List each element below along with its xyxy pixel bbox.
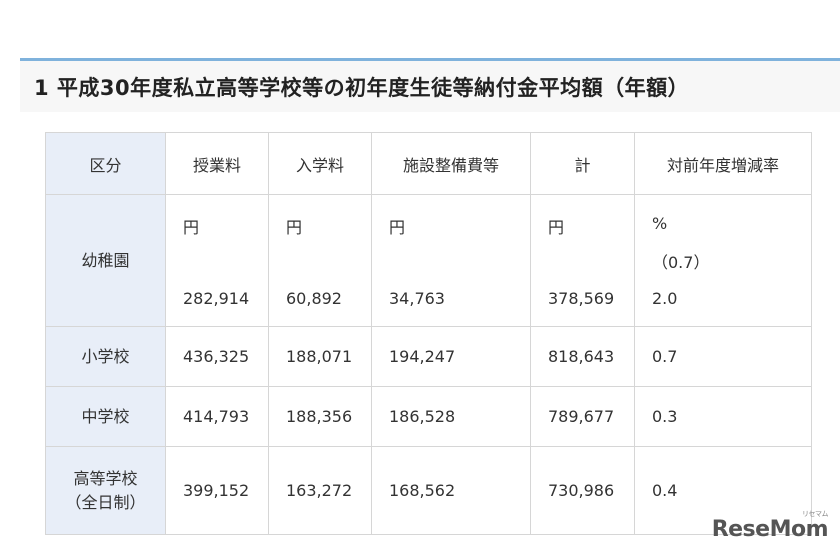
cell-rate: % （0.7） 2.0 — [634, 194, 812, 327]
table-row-junior-high: 中学校 414,793 188,356 186,528 789,677 0.3 — [45, 386, 812, 447]
fees-table: 区分 授業料 入学料 施設整備費等 計 対前年度増減率 幼稚園 円 282,91… — [45, 132, 812, 535]
table-row-high-school: 高等学校 （全日制） 399,152 163,272 168,562 730,9… — [45, 446, 812, 535]
cell-admission: 円 60,892 — [268, 194, 372, 327]
cell-total: 円 378,569 — [530, 194, 635, 327]
value-facility: 194,247 — [371, 326, 531, 387]
value-rate: 2.0 — [652, 288, 678, 308]
unit-yen: 円 — [548, 217, 565, 237]
row-label-line1: 高等学校 — [73, 469, 138, 489]
value-total: 378,569 — [548, 288, 615, 308]
cell-tuition: 円 282,914 — [165, 194, 269, 327]
value-total: 789,677 — [530, 386, 635, 447]
table-header-row: 区分 授業料 入学料 施設整備費等 計 対前年度増減率 — [45, 132, 812, 195]
cell-facility: 円 34,763 — [371, 194, 531, 327]
unit-yen: 円 — [183, 217, 200, 237]
value-prev-rate: （0.7） — [652, 252, 710, 272]
value-tuition: 436,325 — [165, 326, 269, 387]
value-total: 818,643 — [530, 326, 635, 387]
header-rate: 対前年度増減率 — [634, 132, 812, 195]
header-total: 計 — [530, 132, 635, 195]
value-tuition: 399,152 — [165, 446, 269, 535]
table-row-kindergarten: 幼稚園 円 282,914 円 60,892 円 34,763 円 378,56… — [45, 194, 812, 327]
logo-text: ReseMom — [711, 517, 829, 542]
row-label-junior-high: 中学校 — [45, 386, 166, 447]
header-admission: 入学料 — [268, 132, 372, 195]
value-rate: 0.3 — [634, 386, 812, 447]
value-tuition: 282,914 — [183, 288, 250, 308]
resemom-logo: リセマム ReseMom — [711, 510, 829, 542]
unit-percent: % — [652, 213, 668, 233]
value-facility: 186,528 — [371, 386, 531, 447]
value-facility: 34,763 — [389, 288, 445, 308]
value-rate: 0.7 — [634, 326, 812, 387]
header-tuition: 授業料 — [165, 132, 269, 195]
row-label-high-school: 高等学校 （全日制） — [45, 446, 166, 535]
table-row-elementary: 小学校 436,325 188,071 194,247 818,643 0.7 — [45, 326, 812, 387]
value-total: 730,986 — [530, 446, 635, 535]
value-admission: 188,356 — [268, 386, 372, 447]
row-label-kindergarten: 幼稚園 — [45, 194, 166, 327]
value-tuition: 414,793 — [165, 386, 269, 447]
row-label-elementary: 小学校 — [45, 326, 166, 387]
unit-yen: 円 — [389, 217, 406, 237]
value-admission: 163,272 — [268, 446, 372, 535]
value-facility: 168,562 — [371, 446, 531, 535]
unit-yen: 円 — [286, 217, 303, 237]
page-title: 1 平成30年度私立高等学校等の初年度生徒等納付金平均額（年額） — [20, 58, 840, 112]
row-label-line2: （全日制） — [65, 492, 146, 512]
header-facility: 施設整備費等 — [371, 132, 531, 195]
value-admission: 60,892 — [286, 288, 342, 308]
header-category: 区分 — [45, 132, 166, 195]
logo-kana: リセマム — [802, 510, 829, 518]
value-admission: 188,071 — [268, 326, 372, 387]
